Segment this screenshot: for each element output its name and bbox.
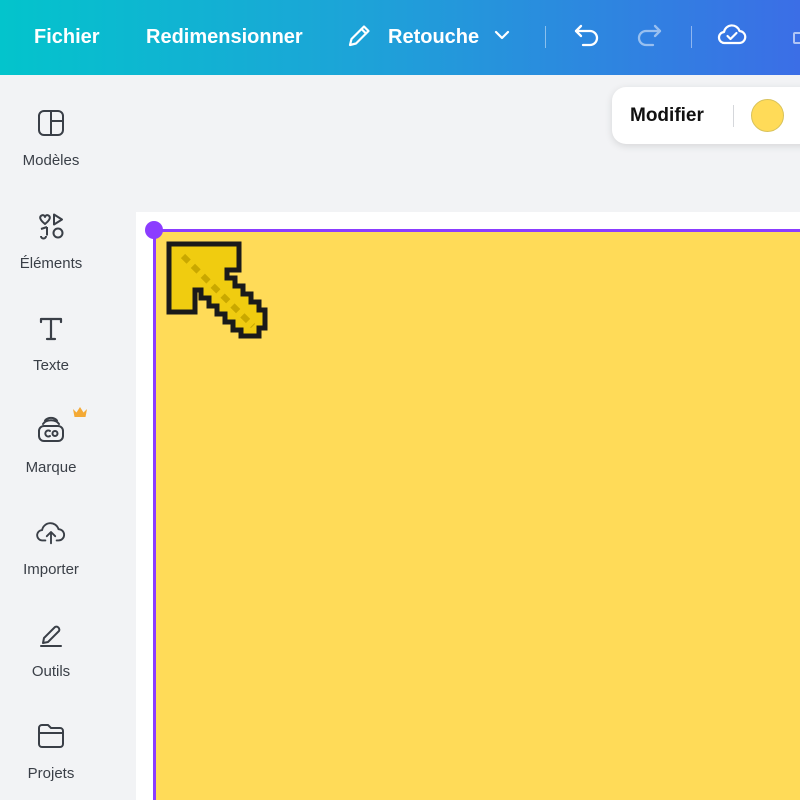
sidebar-item-label: Importer: [23, 561, 79, 578]
sidebar-item-upload[interactable]: Importer: [0, 517, 102, 607]
more-options-icon[interactable]: [792, 0, 800, 75]
redo-button[interactable]: [634, 0, 664, 75]
top-toolbar: Fichier Redimensionner Retouche: [0, 0, 800, 75]
elements-icon: [36, 211, 66, 241]
pencil-icon: [346, 21, 374, 55]
chevron-down-icon: [493, 26, 511, 50]
sidebar-item-text[interactable]: Texte: [0, 313, 102, 403]
sidebar-item-templates[interactable]: Modèles: [0, 108, 102, 198]
redo-icon: [634, 20, 664, 55]
save-status-button[interactable]: [716, 0, 748, 75]
sidebar-item-projects[interactable]: Projets: [0, 721, 102, 800]
folder-icon: [36, 721, 66, 751]
crown-icon: [72, 405, 88, 423]
upload-icon: [36, 517, 66, 547]
pixel-arrow-element[interactable]: [165, 240, 269, 344]
sidebar-item-label: Modèles: [22, 152, 80, 169]
context-divider: [733, 105, 734, 127]
selection-handle[interactable]: [145, 221, 163, 239]
cloud-check-icon: [716, 19, 748, 56]
sidebar-item-elements[interactable]: Éléments: [0, 211, 102, 301]
toolbar-divider: [545, 26, 546, 48]
edit-menu-label: Retouche: [388, 26, 480, 48]
sidebar-item-label: Éléments: [19, 255, 83, 272]
context-toolbar: Modifier: [612, 87, 800, 144]
file-menu-button[interactable]: Fichier: [34, 0, 100, 75]
undo-icon: [572, 20, 602, 55]
modify-button[interactable]: Modifier: [630, 105, 704, 127]
edit-menu-button[interactable]: Retouche: [346, 0, 511, 75]
templates-icon: [36, 108, 66, 138]
toolbar-divider: [691, 26, 692, 48]
sidebar-item-label: Marque: [25, 459, 77, 476]
text-icon: [36, 313, 66, 343]
sidebar-item-label: Projets: [27, 765, 75, 782]
color-swatch-button[interactable]: [751, 99, 784, 132]
tools-icon: [36, 619, 66, 649]
sidebar-item-tools[interactable]: Outils: [0, 619, 102, 709]
sidebar-item-label: Outils: [31, 663, 71, 680]
left-sidebar: Modèles Éléments Texte Marque Importer O…: [0, 75, 102, 800]
sidebar-item-label: Texte: [33, 357, 69, 374]
undo-button[interactable]: [572, 0, 602, 75]
brand-icon: [36, 415, 66, 445]
resize-button[interactable]: Redimensionner: [146, 0, 303, 75]
sidebar-item-brand[interactable]: Marque: [0, 407, 102, 505]
